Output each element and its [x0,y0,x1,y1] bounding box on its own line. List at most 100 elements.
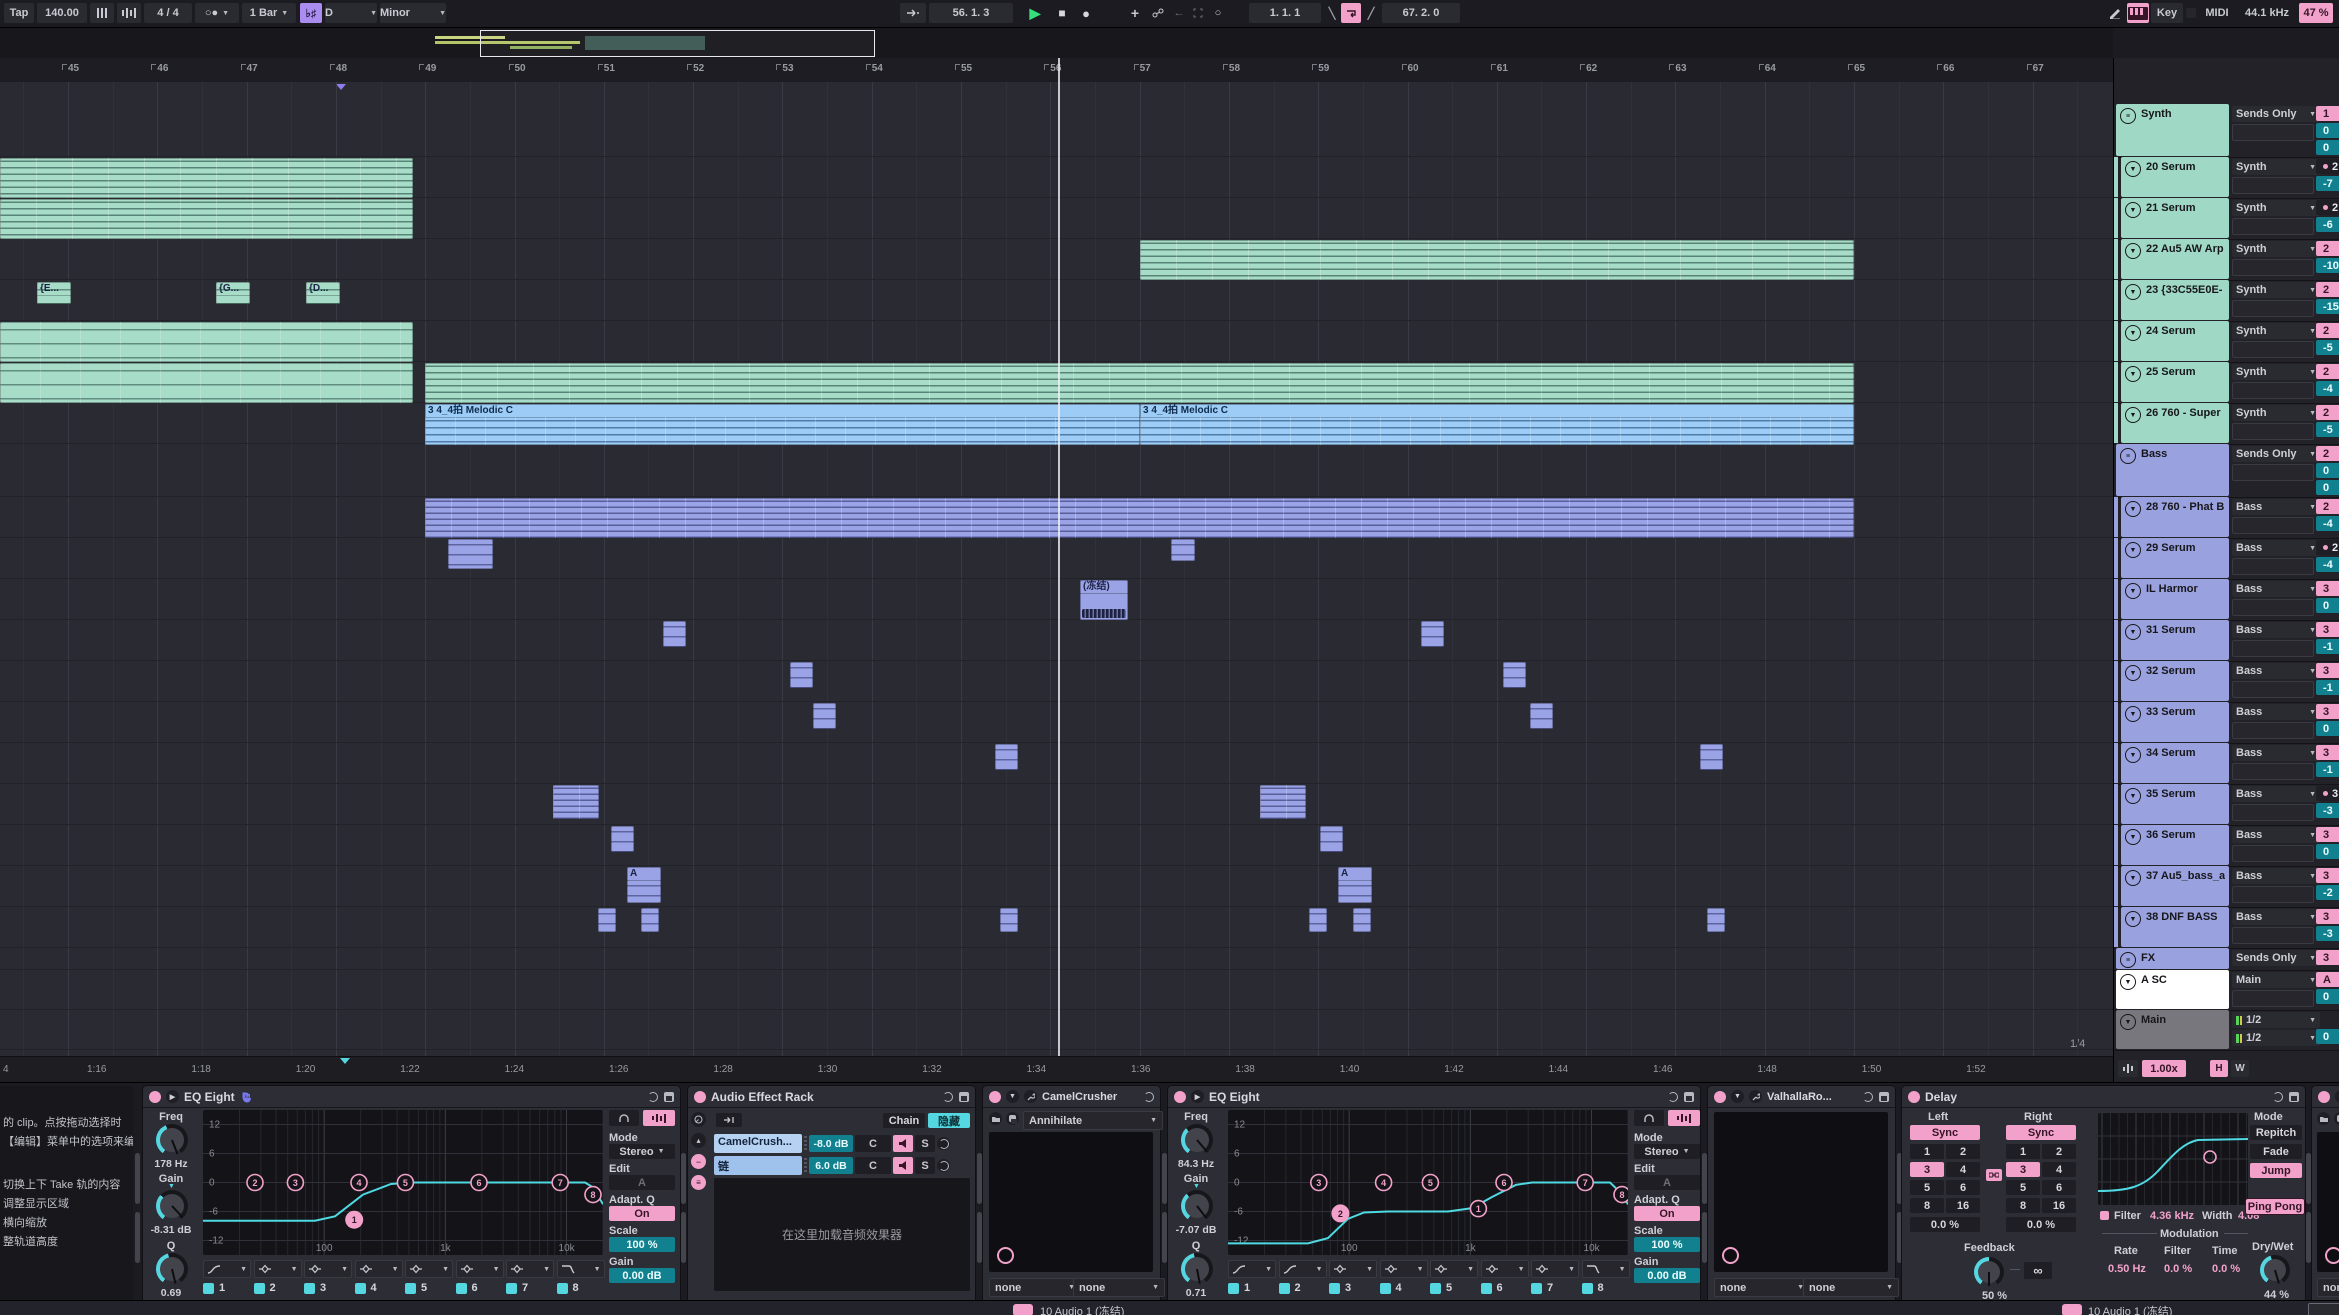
spectrum-toggle-icon[interactable] [1668,1110,1700,1126]
locator-marker-icon[interactable] [336,84,346,90]
chain-name[interactable]: 链 [714,1156,802,1175]
track-number-box[interactable]: 2 [2316,405,2339,420]
midi-map-button[interactable]: MIDI [2199,3,2235,23]
track-row-20-serum[interactable]: ▼20 SerumSynth▼2-7 [2114,157,2339,199]
param-slot-a[interactable]: none▼ [989,1278,1081,1297]
routing-selector[interactable]: Sends Only▼ [2232,446,2320,462]
plugin-edit-icon[interactable] [1749,1090,1762,1103]
track-name-block[interactable]: ≡Bass [2116,444,2229,496]
freq-value[interactable]: 178 Hz [143,1158,199,1170]
track-name-block[interactable]: ▼32 Serum [2121,661,2229,701]
track-fold-icon[interactable]: ▼ [2125,284,2141,300]
band-enable-checkbox[interactable] [1430,1283,1441,1294]
track-row-31-serum[interactable]: ▼31 SerumBass▼3-1 [2114,620,2339,662]
tempo-field[interactable]: 140.00 [37,3,87,23]
volume-box[interactable]: -1 [2316,680,2339,695]
scale-value[interactable]: 100 % [609,1237,675,1252]
pan-box[interactable]: 0 [2316,140,2339,155]
delay-right-beat-1[interactable]: 1 [2006,1144,2040,1159]
chain-volume[interactable]: 6.0 dB [809,1157,853,1174]
track-lane[interactable] [0,702,2113,743]
volume-box[interactable]: -7 [2316,176,2339,191]
band-enable-checkbox[interactable] [1481,1283,1492,1294]
track-row-33-serum[interactable]: ▼33 SerumBass▼30 [2114,702,2339,744]
delay-left-offset[interactable]: 0.0 % [1910,1217,1980,1232]
unfold-icon[interactable]: ▼ [1731,1090,1744,1103]
draw-pencil-icon[interactable] [2104,3,2126,23]
band-enable-checkbox[interactable] [1228,1283,1239,1294]
track-row-37-au5-bass-a[interactable]: ▼37 Au5_bass_aBass▼3-2 [2114,866,2339,908]
overview-viewport[interactable] [480,30,875,57]
clip[interactable]: (冻结) [1080,580,1128,620]
hot-swap-icon[interactable] [943,1092,953,1102]
band-enable-checkbox[interactable] [456,1283,467,1294]
device-activator-icon[interactable] [989,1091,1001,1103]
band-filter-type-selector[interactable]: ▼ [304,1260,352,1278]
track-number-box[interactable]: 3 [2316,622,2339,637]
track-row-a-sc[interactable]: ▼A SCMain▼A0 [2114,970,2339,1011]
auto-select-button[interactable] [716,1113,742,1127]
clip[interactable] [813,703,836,729]
input-box[interactable] [2232,464,2314,481]
folder-icon[interactable] [989,1112,1002,1125]
input-box[interactable] [2232,259,2314,276]
clip[interactable] [1421,621,1444,647]
panel-divider[interactable] [1162,1153,1167,1263]
rack-title-bar[interactable]: Audio Effect Rack [688,1086,975,1108]
volume-box[interactable]: -5 [2316,340,2339,355]
cue-selector[interactable]: 1/2▼ [2232,1030,2320,1046]
hot-swap-icon[interactable] [1863,1092,1873,1102]
band-filter-type-selector[interactable]: ▼ [1481,1260,1529,1278]
volume-box[interactable]: -15 [2316,299,2339,314]
cpu-meter[interactable]: 47 % [2299,3,2333,23]
band-enable-checkbox[interactable] [1329,1283,1340,1294]
band-enable-checkbox[interactable] [203,1283,214,1294]
track-name-block[interactable]: ▼38 DNF BASS [2121,907,2229,947]
param-slot-a[interactable]: none [2317,1278,2339,1297]
spectrum-toggle-icon[interactable] [643,1110,675,1126]
track-lane[interactable] [0,743,2113,784]
clip[interactable] [1309,908,1327,932]
input-box[interactable] [2232,722,2314,739]
input-box[interactable] [2232,300,2314,317]
stop-button[interactable]: ■ [1050,3,1074,23]
param-slot-b[interactable]: none▼ [1073,1278,1165,1297]
waveform-zoom-icon[interactable] [2118,1060,2138,1077]
track-number-box[interactable]: 2 [2316,540,2339,555]
save-preset-icon[interactable] [1879,1092,1889,1102]
delay-right-beat-5[interactable]: 5 [2006,1180,2040,1195]
q-value[interactable]: 0.71 [1168,1287,1224,1299]
routing-selector[interactable]: Bass▼ [2232,868,2320,884]
save-preset-icon[interactable] [2289,1092,2299,1102]
track-row-21-serum[interactable]: ▼21 SerumSynth▼2-6 [2114,198,2339,240]
routing-selector[interactable]: 1/2▼ [2232,1012,2320,1028]
delay-right-beat-8[interactable]: 8 [2006,1198,2040,1213]
device-activator-icon[interactable] [1174,1091,1186,1103]
volume-box[interactable]: -3 [2316,803,2339,818]
volume-box[interactable]: -1 [2316,639,2339,654]
routing-selector[interactable]: Bass▼ [2232,745,2320,761]
clip[interactable] [1700,744,1723,770]
clip[interactable] [425,363,1854,403]
routing-selector[interactable]: Bass▼ [2232,663,2320,679]
volume-box[interactable]: -1 [2316,762,2339,777]
band-enable-checkbox[interactable] [1380,1283,1391,1294]
clip[interactable]: {E... [37,282,71,304]
routing-selector[interactable]: Sends Only▼ [2232,950,2320,966]
chain-solo-button[interactable]: S [915,1157,935,1174]
clip[interactable]: 3 4_4拍 Melodic C [1140,404,1854,445]
re-enable-automation-icon[interactable]: ← [1170,3,1188,23]
chain-row[interactable]: CamelCrush...-8.0 dBCS [714,1133,970,1154]
chain-mute-speaker-icon[interactable] [893,1157,913,1174]
track-number-box[interactable]: 3 [2316,745,2339,760]
device-activator-icon[interactable] [694,1091,706,1103]
filter-freq-value[interactable]: 4.36 kHz [2150,1210,2194,1222]
band-enable-checkbox[interactable] [1531,1283,1542,1294]
punch-out-icon[interactable]: ╱ [1363,3,1379,23]
time-value[interactable]: 0.0 % [2212,1263,2240,1275]
band-filter-type-selector[interactable]: ▼ [1329,1260,1377,1278]
audition-headphone-icon[interactable] [609,1110,639,1126]
beat-time-ruler[interactable]: 4546474849505152535455565758596061626364… [0,58,2113,83]
track-fold-icon[interactable]: ▼ [2125,583,2141,599]
drywet-knob[interactable] [2260,1255,2290,1285]
